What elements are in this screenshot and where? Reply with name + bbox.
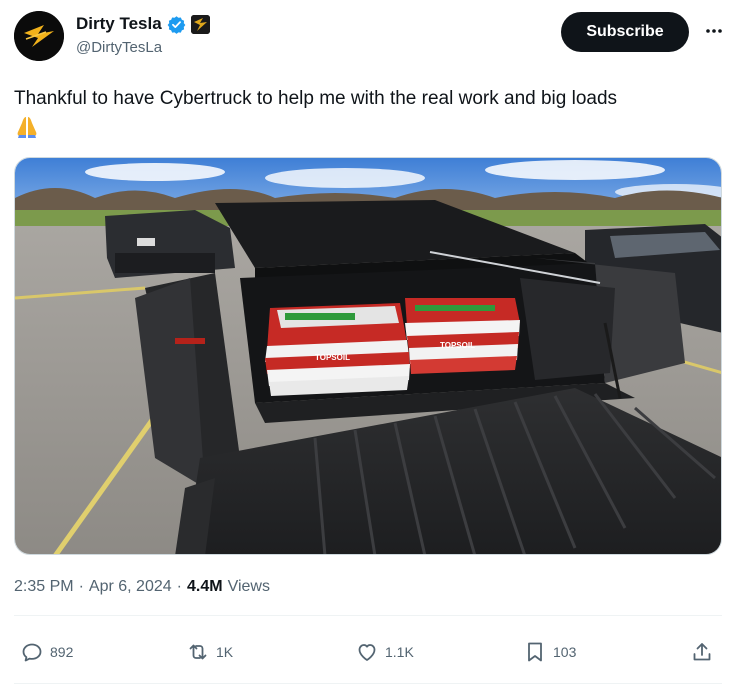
heart-icon xyxy=(358,644,376,661)
affiliate-badge-icon[interactable] xyxy=(190,14,210,34)
bookmark-count: 103 xyxy=(553,644,577,660)
views-label: Views xyxy=(227,578,270,595)
bag-label-left: TOPSOIL xyxy=(315,353,350,362)
divider-top xyxy=(14,615,722,616)
praying-hands-emoji-icon xyxy=(14,114,40,140)
cybertruck-bed-photo: TOPSOIL TOPSOIL xyxy=(15,158,721,554)
tweet-meta: 2:35 PM · Apr 6, 2024 · 4.4M Views xyxy=(14,578,270,596)
tweet-text: Thankful to have Cybertruck to help me w… xyxy=(14,86,724,140)
subscribe-button[interactable]: Subscribe xyxy=(561,12,689,52)
topsoil-bags-left xyxy=(265,303,410,396)
bookmark-button[interactable]: 103 xyxy=(523,633,576,671)
share-button[interactable] xyxy=(690,633,714,671)
like-button[interactable]: 1.1K xyxy=(355,633,414,671)
verified-badge-icon[interactable] xyxy=(167,15,186,34)
name-row: Dirty Tesla xyxy=(76,14,210,34)
topsoil-bags-right xyxy=(405,298,520,374)
bag-label-right: TOPSOIL xyxy=(440,341,475,350)
tweet-time[interactable]: 2:35 PM xyxy=(14,578,74,596)
tweet-media-image[interactable]: TOPSOIL TOPSOIL xyxy=(14,157,722,555)
repost-count: 1K xyxy=(216,644,234,660)
repost-icon xyxy=(189,644,207,660)
like-count: 1.1K xyxy=(385,644,414,660)
reply-count: 892 xyxy=(50,644,74,660)
tweet-header: Dirty Tesla @DirtyTesLa Subscribe xyxy=(14,11,728,63)
repost-button[interactable]: 1K xyxy=(186,633,233,671)
meta-separator: · xyxy=(176,578,182,595)
meta-separator: · xyxy=(78,578,84,595)
share-icon xyxy=(693,643,711,661)
avatar[interactable] xyxy=(14,11,64,61)
author-handle[interactable]: @DirtyTesLa xyxy=(76,39,162,56)
reply-button[interactable]: 892 xyxy=(20,633,73,671)
bookmark-icon xyxy=(528,642,542,662)
display-name[interactable]: Dirty Tesla xyxy=(76,14,162,34)
tweet-body: Thankful to have Cybertruck to help me w… xyxy=(14,88,618,109)
more-options-icon[interactable] xyxy=(702,19,726,43)
avatar-lightning-icon xyxy=(14,11,64,61)
divider-bottom xyxy=(14,683,722,684)
views-count: 4.4M xyxy=(186,578,223,595)
tweet-actions: 892 1K 1.1K 103 xyxy=(14,633,722,671)
tweet-date[interactable]: Apr 6, 2024 xyxy=(89,578,172,596)
reply-icon xyxy=(22,643,42,662)
